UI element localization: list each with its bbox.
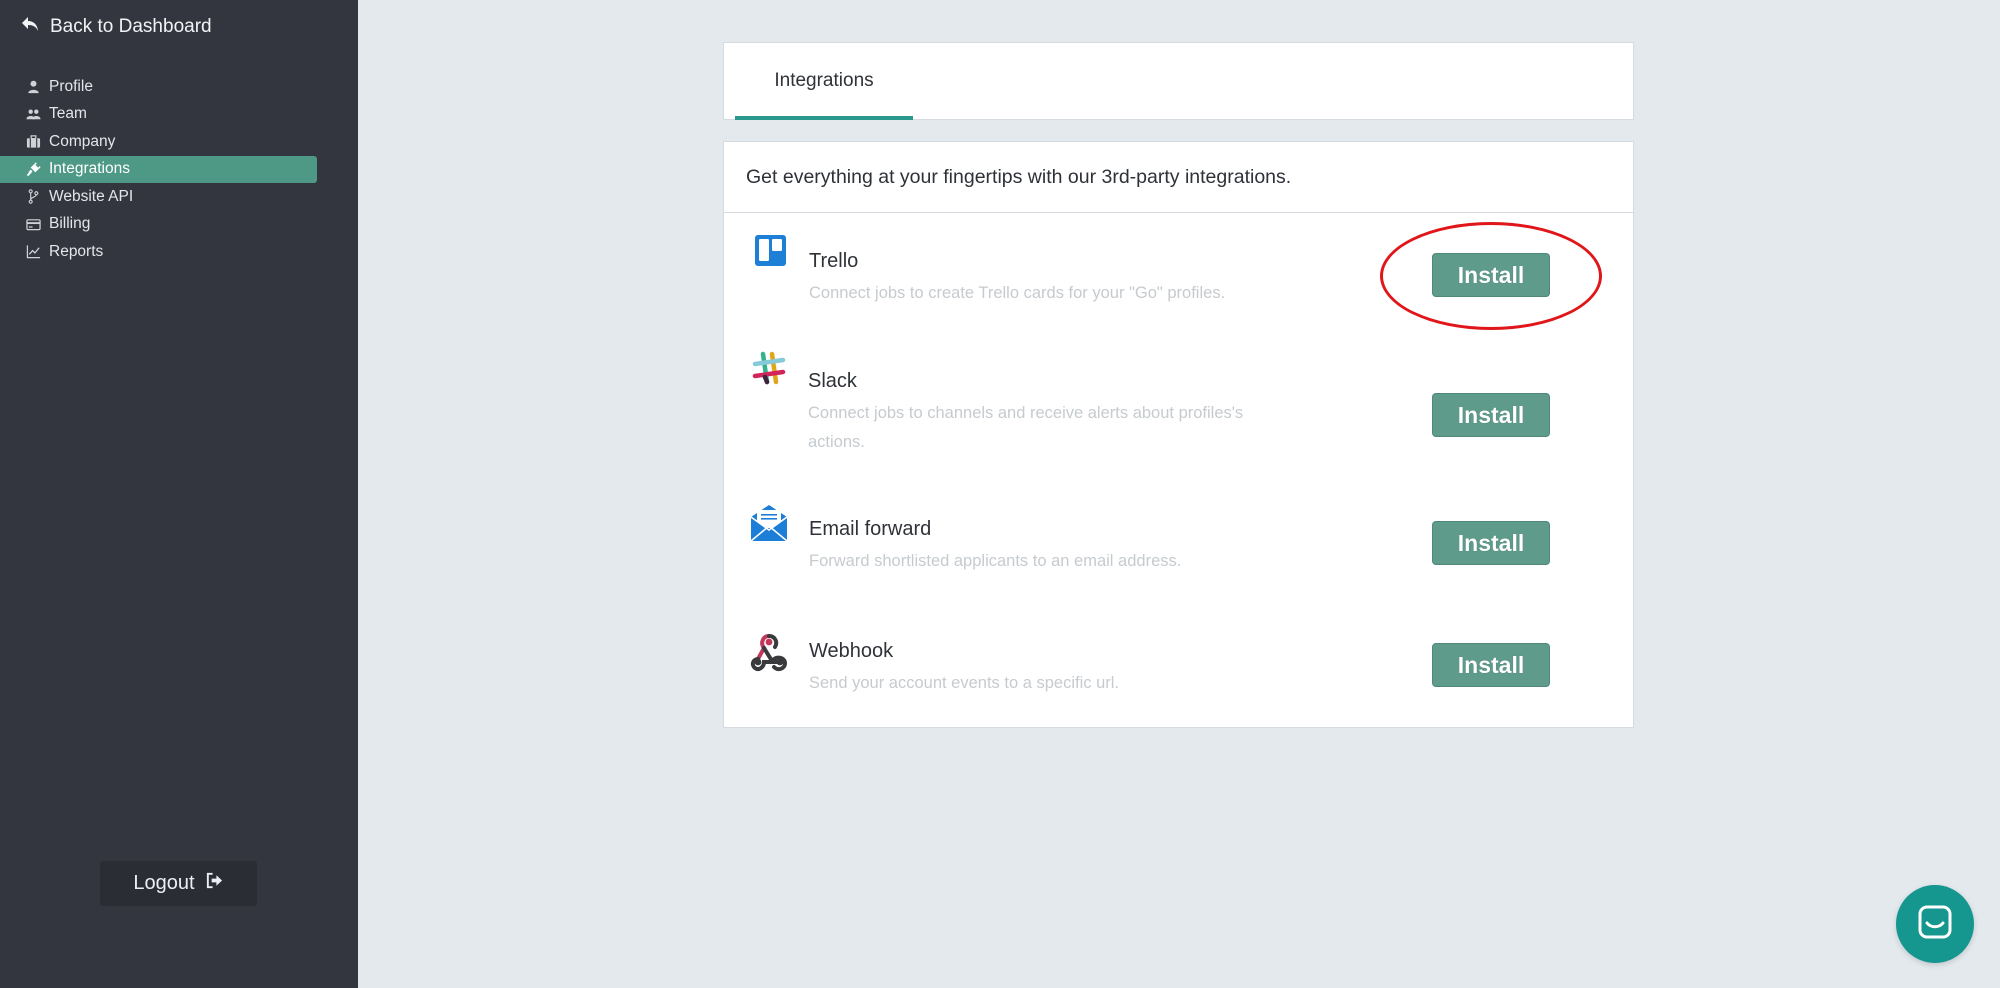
- sidebar-item-team[interactable]: Team: [0, 101, 317, 129]
- sidebar-nav: Profile Team Company Integrations Websit…: [0, 73, 317, 266]
- sidebar-item-company[interactable]: Company: [0, 128, 317, 156]
- trello-icon: [755, 235, 786, 266]
- slack-icon: [751, 350, 787, 386]
- plug-icon: [25, 161, 41, 177]
- webhook-icon: [749, 632, 789, 672]
- sidebar-item-label: Profile: [49, 77, 93, 95]
- integration-slack: Slack Connect jobs to channels and recei…: [724, 350, 1633, 482]
- sidebar-item-website-api[interactable]: Website API: [0, 183, 317, 211]
- sidebar: Back to Dashboard Profile Team Company I…: [0, 0, 358, 988]
- integration-name: Webhook: [809, 640, 894, 662]
- reply-arrow-icon: [20, 14, 40, 40]
- sidebar-item-label: Company: [49, 132, 116, 150]
- sidebar-item-label: Team: [49, 105, 87, 123]
- tabs-bar: Integrations: [723, 42, 1634, 120]
- code-branch-icon: [25, 189, 41, 205]
- integrations-card: Get everything at your fingertips with o…: [723, 141, 1634, 728]
- integration-webhook: Webhook Send your account events to a sp…: [724, 632, 1633, 722]
- sidebar-item-label: Billing: [49, 215, 91, 233]
- users-icon: [25, 106, 41, 122]
- integration-name: Slack: [808, 370, 857, 392]
- sidebar-item-label: Website API: [49, 187, 134, 205]
- line-chart-icon: [25, 244, 41, 260]
- integration-trello: Trello Connect jobs to create Trello car…: [724, 230, 1633, 330]
- integration-description: Send your account events to a specific u…: [809, 674, 1120, 692]
- back-to-dashboard-label: Back to Dashboard: [50, 16, 212, 37]
- integrations-intro: Get everything at your fingertips with o…: [724, 142, 1633, 213]
- sidebar-item-reports[interactable]: Reports: [0, 238, 317, 266]
- install-webhook-button[interactable]: Install: [1432, 643, 1550, 687]
- logout-button[interactable]: Logout: [100, 861, 257, 906]
- install-slack-button[interactable]: Install: [1432, 393, 1550, 437]
- install-email-forward-button[interactable]: Install: [1432, 521, 1550, 565]
- integration-description: Connect jobs to channels and receive ale…: [808, 404, 1244, 451]
- integration-description: Forward shortlisted applicants to an ema…: [809, 552, 1182, 570]
- chat-launcher-button[interactable]: [1896, 885, 1974, 963]
- tab-integrations[interactable]: Integrations: [735, 43, 913, 120]
- integration-description: Connect jobs to create Trello cards for …: [809, 284, 1226, 302]
- chat-bubble-icon: [1916, 903, 1954, 946]
- briefcase-icon: [25, 134, 41, 150]
- sign-out-icon: [205, 871, 224, 896]
- sidebar-item-label: Reports: [49, 242, 104, 260]
- integration-email-forward: Email forward Forward shortlisted applic…: [724, 505, 1633, 612]
- back-to-dashboard-link[interactable]: Back to Dashboard: [20, 14, 212, 40]
- user-icon: [25, 79, 41, 95]
- sidebar-item-billing[interactable]: Billing: [0, 211, 317, 239]
- sidebar-item-label: Integrations: [49, 160, 130, 178]
- sidebar-item-integrations[interactable]: Integrations: [0, 155, 317, 183]
- integration-name: Trello: [809, 250, 859, 272]
- envelope-icon: [750, 504, 788, 542]
- logout-label: Logout: [133, 872, 195, 894]
- install-trello-button[interactable]: Install: [1432, 253, 1550, 297]
- integration-name: Email forward: [809, 518, 932, 540]
- sidebar-item-profile[interactable]: Profile: [0, 73, 317, 101]
- credit-card-icon: [25, 216, 41, 232]
